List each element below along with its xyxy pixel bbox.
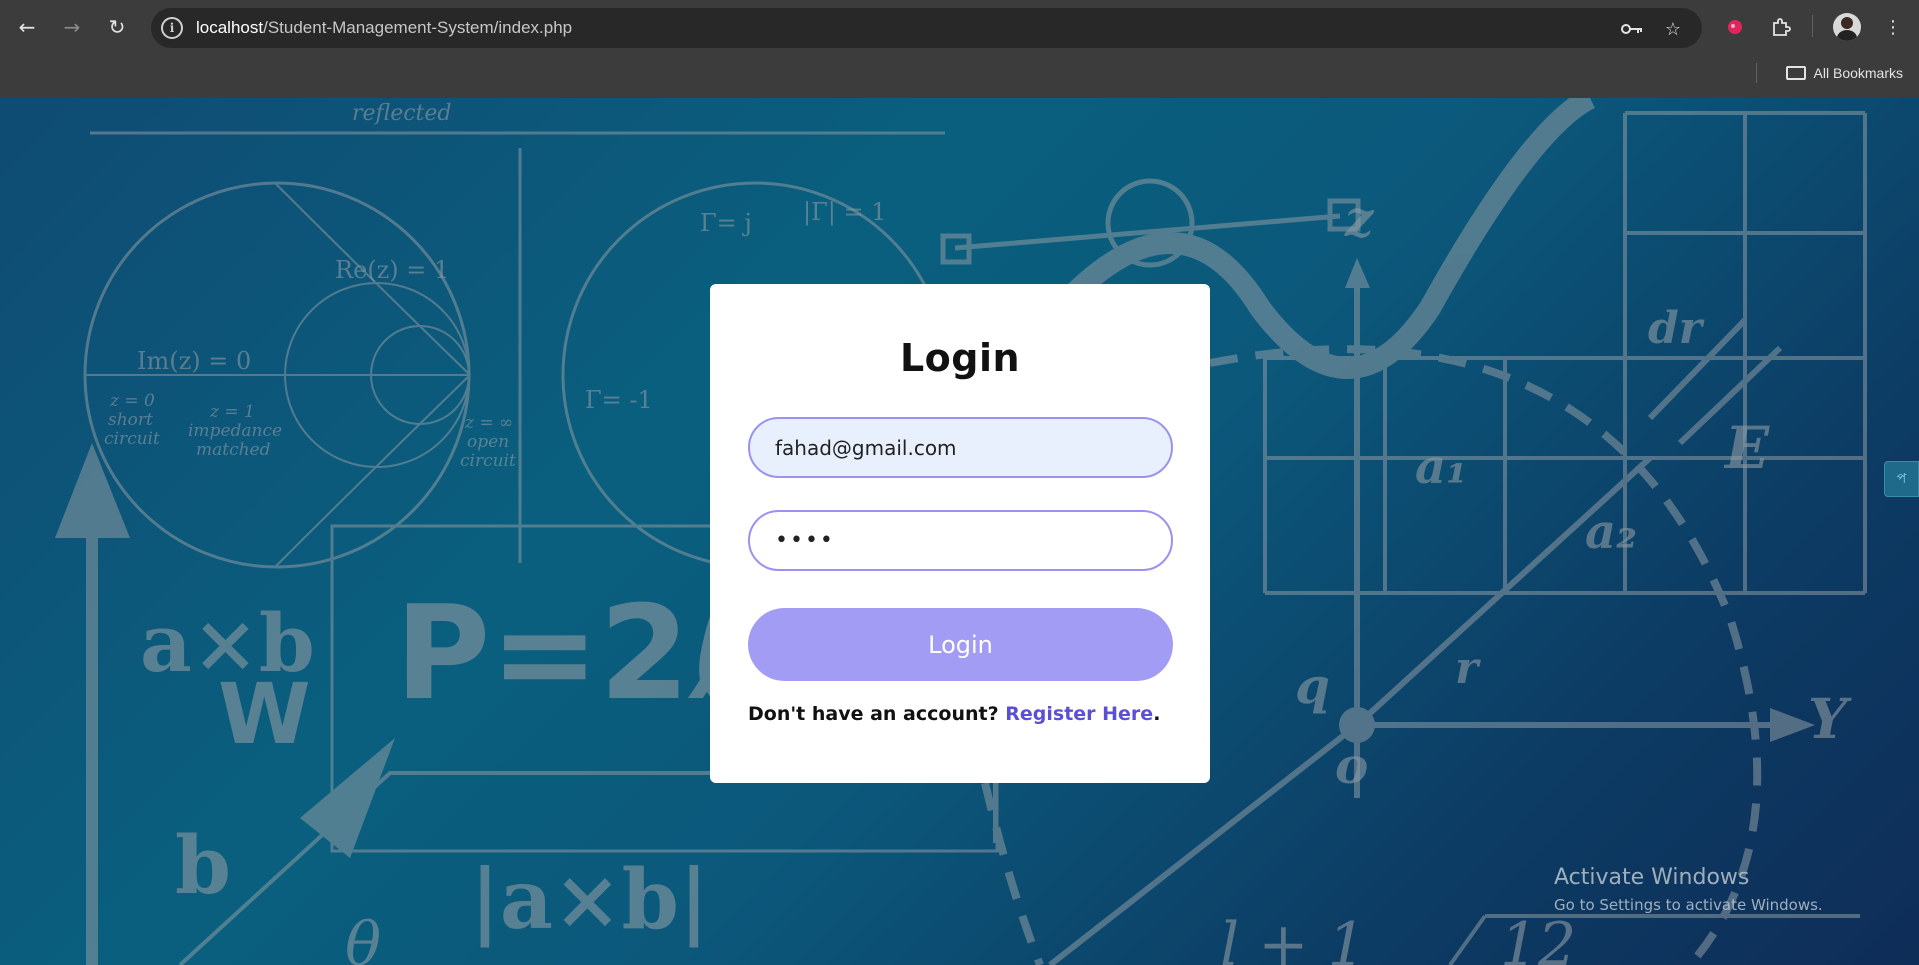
password-input[interactable]: [748, 510, 1173, 571]
bookmarks-label: All Bookmarks: [1813, 65, 1903, 81]
svg-text:matched: matched: [196, 440, 271, 460]
forward-icon[interactable]: →: [57, 12, 87, 42]
svg-text:|a×b|: |a×b|: [470, 852, 709, 948]
toolbar-separator: [1812, 15, 1813, 37]
register-prompt: Don't have an account? Register Here.: [748, 703, 1160, 725]
site-info-icon[interactable]: i: [161, 17, 183, 39]
svg-text:z: z: [1344, 189, 1375, 248]
address-bar[interactable]: i localhost/Student-Management-System/in…: [151, 8, 1702, 48]
svg-text:r: r: [1455, 643, 1481, 694]
svg-text:dr: dr: [1648, 303, 1705, 354]
svg-text:short: short: [108, 410, 153, 430]
avatar[interactable]: [1833, 13, 1861, 41]
reload-icon[interactable]: ↻: [102, 12, 132, 42]
svg-text:impedance: impedance: [188, 421, 282, 441]
svg-text:reflected: reflected: [352, 101, 452, 126]
svg-text:open: open: [467, 432, 509, 452]
url-host: localhost: [196, 18, 264, 37]
svg-text:E: E: [1723, 414, 1770, 482]
svg-text:Γ= -1: Γ= -1: [585, 386, 653, 414]
svg-text:Im(z) = 0: Im(z) = 0: [137, 347, 251, 375]
folder-icon: [1785, 66, 1806, 80]
svg-text:l + 1: l + 1: [1220, 910, 1366, 965]
svg-text:12: 12: [1500, 910, 1576, 965]
login-card: Login Login Don't have an account? Regis…: [710, 284, 1210, 783]
watermark-title: Activate Windows: [1554, 865, 1750, 890]
url-text[interactable]: localhost/Student-Management-System/inde…: [196, 18, 572, 38]
svg-text:z = 0: z = 0: [109, 391, 155, 411]
back-icon[interactable]: ←: [12, 12, 42, 42]
svg-text:z = 1: z = 1: [209, 402, 255, 422]
login-button[interactable]: Login: [748, 608, 1173, 681]
register-prompt-text: Don't have an account?: [748, 703, 999, 725]
activate-windows-watermark: Activate Windows Go to Settings to activ…: [1554, 865, 1823, 914]
register-suffix: .: [1153, 703, 1161, 725]
extension-icon[interactable]: [1720, 12, 1750, 42]
svg-text:Re(z) = 1: Re(z) = 1: [335, 256, 449, 284]
url-path: /Student-Management-System/index.php: [263, 18, 573, 37]
login-title: Login: [899, 336, 1021, 380]
email-input[interactable]: [748, 417, 1173, 478]
bookmarks-separator: [1756, 63, 1757, 83]
svg-text:Γ= j: Γ= j: [700, 209, 752, 237]
svg-text:θ: θ: [345, 910, 381, 965]
svg-text:P=2ℓ: P=2ℓ: [395, 577, 751, 729]
page-background: reflected Im(z) = 0 Re(z) = 1 z = 0 shor…: [0, 98, 1919, 965]
svg-text:W: W: [218, 665, 311, 763]
svg-text:b: b: [175, 818, 231, 912]
key-icon[interactable]: [1620, 17, 1644, 41]
svg-text:a₁: a₁: [1415, 439, 1467, 495]
register-link[interactable]: Register Here: [1005, 703, 1153, 725]
side-extension-tab[interactable]: প: [1884, 461, 1919, 497]
puzzle-icon[interactable]: [1766, 12, 1796, 42]
svg-text:o: o: [1335, 736, 1368, 795]
watermark-subtitle: Go to Settings to activate Windows.: [1554, 896, 1823, 914]
svg-text:circuit: circuit: [104, 429, 160, 449]
svg-text:|Γ| = 1: |Γ| = 1: [803, 198, 886, 227]
all-bookmarks-button[interactable]: All Bookmarks: [1785, 60, 1903, 86]
svg-text:q: q: [1295, 656, 1330, 715]
browser-toolbar: ← → ↻ i localhost/Student-Management-Sys…: [0, 0, 1919, 55]
svg-text:Y: Y: [1808, 686, 1852, 751]
browser-chrome: ← → ↻ i localhost/Student-Management-Sys…: [0, 0, 1919, 98]
svg-text:z = ∞: z = ∞: [464, 413, 513, 433]
menu-icon[interactable]: ⋮: [1878, 12, 1908, 42]
svg-text:circuit: circuit: [460, 451, 516, 471]
star-icon[interactable]: ☆: [1661, 17, 1685, 41]
svg-text:a₂: a₂: [1585, 504, 1637, 560]
